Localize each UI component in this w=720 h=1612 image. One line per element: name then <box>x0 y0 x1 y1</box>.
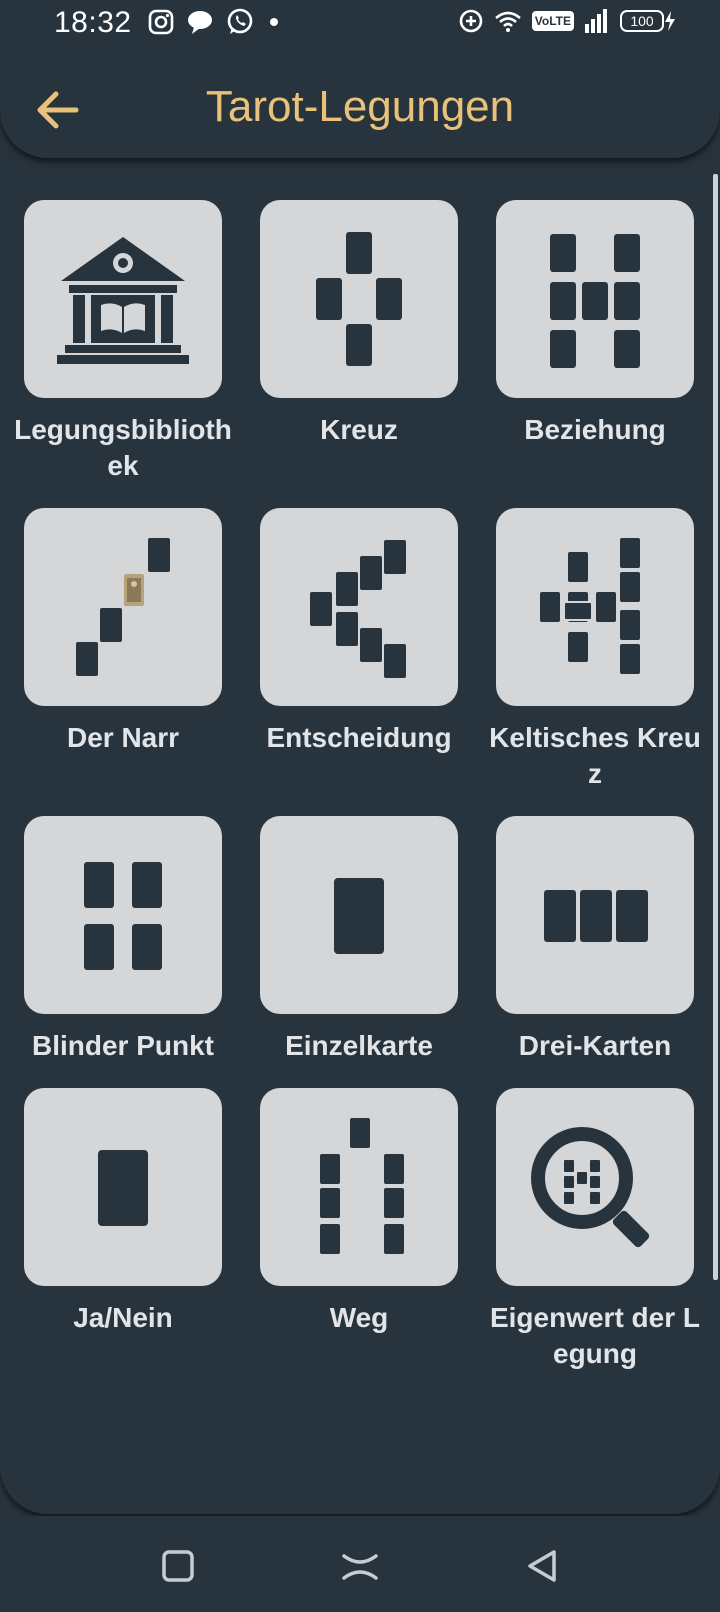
tile-beziehung[interactable]: Beziehung <box>496 200 694 508</box>
tile-card[interactable] <box>496 1088 694 1286</box>
tile-label: Der Narr <box>66 722 180 753</box>
tile-card[interactable] <box>496 508 694 706</box>
tile-card[interactable] <box>24 816 222 1014</box>
tile-entscheidung[interactable]: Entscheidung <box>260 508 458 816</box>
tile-card[interactable] <box>496 200 694 398</box>
tile-legungsbibliothek[interactable]: Legungsbibliothek <box>14 200 232 508</box>
tile-eigenwert-der-legung[interactable]: Eigenwert der Legung <box>490 1088 700 1396</box>
tile-card[interactable] <box>260 1088 458 1286</box>
whatsapp-icon <box>227 8 253 34</box>
relationship-spread-icon <box>550 234 640 368</box>
tile-label: Ja/Nein <box>73 1302 173 1333</box>
notification-icons <box>148 8 282 36</box>
system-icons: VoLTE 100 <box>458 8 676 34</box>
charging-icon <box>665 11 675 31</box>
wifi-icon <box>494 11 521 32</box>
blind-spot-spread-icon <box>84 862 162 970</box>
app-bar: Tarot-Legungen <box>0 46 720 158</box>
tile-card[interactable] <box>260 816 458 1014</box>
square-icon <box>162 1550 194 1582</box>
status-time: 18:32 <box>54 6 132 39</box>
tile-keltisches-kreuz[interactable]: Keltisches Kreuz <box>489 508 701 816</box>
yes-no-card-icon <box>98 1150 148 1226</box>
tile-label: Legungsbibliothek <box>14 414 232 481</box>
tile-card[interactable] <box>24 508 222 706</box>
magnifier-spread-icon <box>531 1127 650 1248</box>
decision-spread-icon <box>310 540 406 678</box>
tile-label: Entscheidung <box>266 722 452 753</box>
instagram-icon <box>148 9 174 35</box>
tile-label: Kreuz <box>320 414 398 445</box>
single-card-icon <box>334 878 384 954</box>
spread-grid: Legungsbibliothek Kreuz Beziehung Der Na… <box>14 200 701 1396</box>
tile-label: Keltisches Kreuz <box>489 722 701 789</box>
tile-label: Beziehung <box>524 414 666 445</box>
three-cards-icon <box>544 890 648 942</box>
tile-blinder-punkt[interactable]: Blinder Punkt <box>24 816 222 1088</box>
dot-icon <box>270 18 278 26</box>
status-bar: 18:32 VoLTE 100 <box>0 0 720 46</box>
path-spread-icon <box>320 1118 404 1254</box>
system-navigation-bar <box>0 1516 720 1612</box>
back-nav-button[interactable] <box>522 1546 562 1586</box>
chat-bubble-icon <box>188 11 212 34</box>
fool-spread-icon <box>76 538 170 676</box>
tile-drei-karten[interactable]: Drei-Karten <box>496 816 694 1088</box>
home-gesture-icon <box>342 1554 378 1580</box>
spread-list[interactable]: Legungsbibliothek Kreuz Beziehung Der Na… <box>0 168 720 1514</box>
data-saver-icon <box>459 9 483 33</box>
battery-indicator: 100 <box>620 10 676 32</box>
tile-label: Eigenwert der Legung <box>489 1302 701 1369</box>
scrollbar[interactable] <box>713 174 718 1280</box>
tile-label: Weg <box>329 1302 389 1333</box>
tile-card[interactable] <box>260 508 458 706</box>
tile-kreuz[interactable]: Kreuz <box>260 200 458 508</box>
tile-card[interactable] <box>24 200 222 398</box>
home-button[interactable] <box>340 1546 380 1586</box>
tile-ja-nein[interactable]: Ja/Nein <box>24 1088 222 1396</box>
battery-level: 100 <box>620 10 664 32</box>
tile-card[interactable] <box>24 1088 222 1286</box>
volte-badge: VoLTE <box>531 11 574 31</box>
tile-einzelkarte[interactable]: Einzelkarte <box>260 816 458 1088</box>
tile-label: Blinder Punkt <box>31 1030 214 1061</box>
library-icon <box>57 237 189 364</box>
tile-weg[interactable]: Weg <box>260 1088 458 1396</box>
recent-apps-button[interactable] <box>158 1546 198 1586</box>
celtic-cross-spread-icon <box>540 538 640 674</box>
page-title: Tarot-Legungen <box>205 82 515 131</box>
cross-spread-icon <box>316 232 402 366</box>
tile-label: Einzelkarte <box>285 1030 433 1061</box>
tile-card[interactable] <box>260 200 458 398</box>
tile-card[interactable] <box>496 816 694 1014</box>
triangle-back-icon <box>528 1550 556 1582</box>
tile-label: Drei-Karten <box>518 1030 672 1061</box>
tile-der-narr[interactable]: Der Narr <box>24 508 222 816</box>
signal-icon <box>585 9 607 33</box>
